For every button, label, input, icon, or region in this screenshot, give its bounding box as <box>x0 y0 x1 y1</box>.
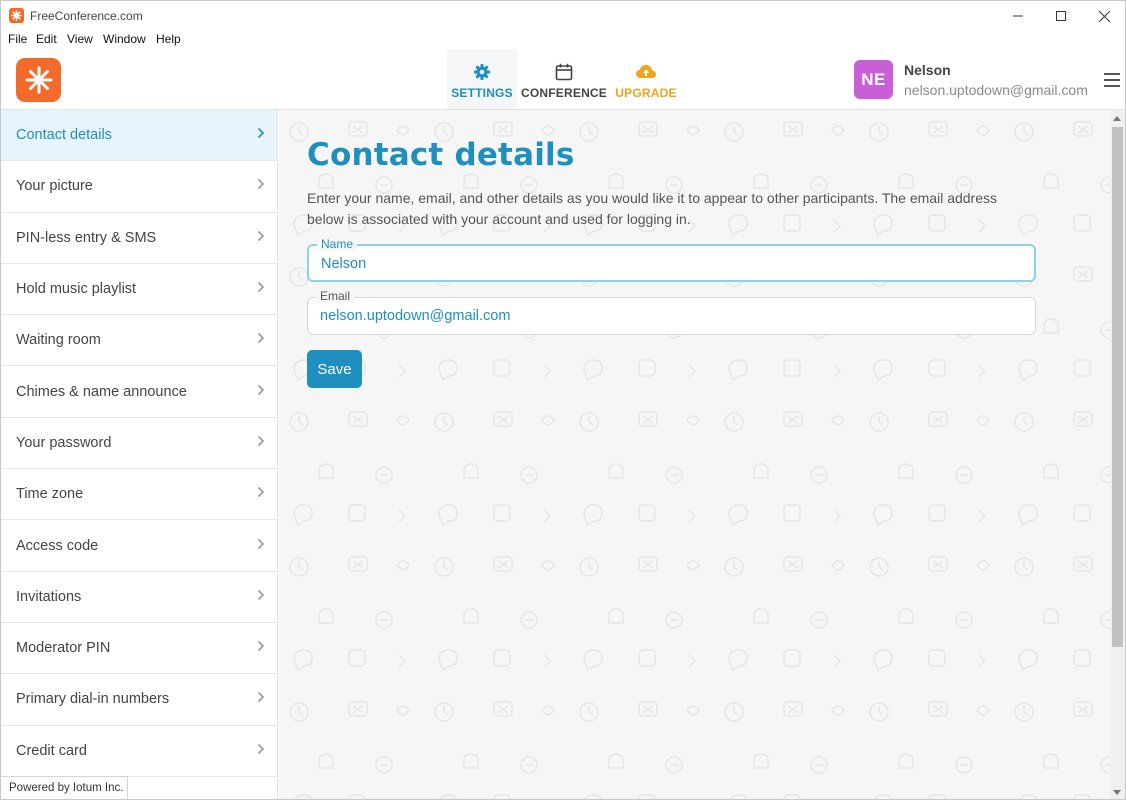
app-header: SETTINGS CONFERENCE UPGRADE NE Nelson ne… <box>1 49 1125 110</box>
calendar-icon <box>555 63 573 84</box>
menu-help[interactable]: Help <box>156 32 181 46</box>
page-description: Enter your name, email, and other detail… <box>307 190 998 227</box>
sidebar-item-your-password[interactable]: Your password <box>1 418 277 470</box>
sidebar-item-label: Time zone <box>16 486 84 503</box>
sidebar-item-label: Waiting room <box>16 332 101 349</box>
hamburger-menu-icon[interactable] <box>1104 73 1120 87</box>
sidebar-item-label: Credit card <box>16 742 87 759</box>
sidebar-item-label: Contact details <box>16 127 112 144</box>
window-title: FreeConference.com <box>30 9 143 23</box>
sidebar-item-access-code[interactable]: Access code <box>1 520 277 572</box>
cloud-upload-icon <box>635 63 657 84</box>
sidebar-item-label: Moderator PIN <box>16 640 111 657</box>
sidebar-item-label: Your password <box>16 434 112 451</box>
sidebar-item-primary-dial-in-numbers[interactable]: Primary dial-in numbers <box>1 674 277 726</box>
chevron-right-icon <box>257 384 265 400</box>
save-button[interactable]: Save <box>307 350 362 388</box>
title-bar: FreeConference.com <box>1 1 1125 31</box>
sidebar-item-label: Access code <box>16 537 99 554</box>
sidebar-item-credit-card[interactable]: Credit card <box>1 726 277 777</box>
nav-settings-tab[interactable]: SETTINGS <box>447 49 517 109</box>
menu-edit[interactable]: Edit <box>36 32 57 46</box>
app-logo-icon <box>9 8 24 23</box>
sidebar-item-waiting-room[interactable]: Waiting room <box>1 315 277 367</box>
brand-logo-icon[interactable] <box>16 58 61 102</box>
sidebar-item-chimes-name-announce[interactable]: Chimes & name announce <box>1 366 277 418</box>
menu-bar: File Edit View Window Help <box>1 31 1125 49</box>
gear-icon <box>473 63 491 84</box>
name-input[interactable] <box>321 256 1011 272</box>
chevron-right-icon <box>257 691 265 707</box>
chevron-right-icon <box>257 332 265 348</box>
chevron-right-icon <box>257 230 265 246</box>
chevron-right-icon <box>257 127 265 143</box>
email-field: Email <box>307 289 1036 335</box>
sidebar-item-label: Invitations <box>16 588 82 605</box>
nav-settings-label: SETTINGS <box>451 86 513 100</box>
sidebar-item-moderator-pin[interactable]: Moderator PIN <box>1 623 277 675</box>
menu-file[interactable]: File <box>8 32 27 46</box>
sidebar-item-label: PIN-less entry & SMS <box>16 229 157 246</box>
main-content: Contact details Enter your name, email, … <box>279 110 1110 799</box>
chevron-right-icon <box>257 281 265 297</box>
chevron-right-icon <box>257 435 265 451</box>
nav-conference-tab[interactable]: CONFERENCE <box>521 49 607 109</box>
sidebar-item-contact-details[interactable]: Contact details <box>1 110 277 162</box>
name-field-label: Name <box>317 237 358 251</box>
sidebar-item-label: Hold music playlist <box>16 281 137 298</box>
chevron-right-icon <box>257 178 265 194</box>
user-avatar[interactable]: NE <box>854 60 893 99</box>
nav-upgrade-label: UPGRADE <box>615 86 677 100</box>
settings-sidebar: Contact details Your picture PIN-less en… <box>1 110 278 799</box>
app-window: FreeConference.com File Edit View Window… <box>0 0 1126 800</box>
scroll-down-arrow-icon[interactable] <box>1113 790 1121 795</box>
sidebar-item-label: Your picture <box>16 178 93 195</box>
close-button[interactable] <box>1081 1 1125 31</box>
sidebar-item-your-picture[interactable]: Your picture <box>1 161 277 213</box>
name-field: Name <box>307 237 1036 282</box>
scrollbar-thumb[interactable] <box>1112 127 1123 647</box>
nav-conference-label: CONFERENCE <box>521 86 608 100</box>
user-name: Nelson <box>904 62 951 78</box>
menu-view[interactable]: View <box>67 32 93 46</box>
maximize-button[interactable] <box>1038 1 1084 31</box>
email-field-label: Email <box>316 289 355 303</box>
powered-by-label: Powered by Iotum Inc. <box>2 776 128 799</box>
minimize-button[interactable] <box>995 1 1041 31</box>
sidebar-item-hold-music-playlist[interactable]: Hold music playlist <box>1 264 277 316</box>
sidebar-item-pinless-entry-sms[interactable]: PIN-less entry & SMS <box>1 213 277 264</box>
main-scrollbar[interactable] <box>1110 110 1125 799</box>
scroll-up-arrow-icon[interactable] <box>1113 116 1121 121</box>
menu-window[interactable]: Window <box>103 32 146 46</box>
sidebar-item-invitations[interactable]: Invitations <box>1 572 277 623</box>
user-email: nelson.uptodown@gmail.com <box>904 82 1088 98</box>
page-title: Contact details <box>307 137 575 173</box>
sidebar-item-time-zone[interactable]: Time zone <box>1 469 277 521</box>
chevron-right-icon <box>257 589 265 605</box>
chevron-right-icon <box>257 486 265 502</box>
chevron-right-icon <box>257 538 265 554</box>
sidebar-item-label: Primary dial-in numbers <box>16 691 170 708</box>
chevron-right-icon <box>257 640 265 656</box>
chevron-right-icon <box>257 743 265 759</box>
sidebar-item-label: Chimes & name announce <box>16 383 187 400</box>
nav-upgrade-tab[interactable]: UPGRADE <box>611 49 681 109</box>
email-input[interactable] <box>320 308 1010 324</box>
